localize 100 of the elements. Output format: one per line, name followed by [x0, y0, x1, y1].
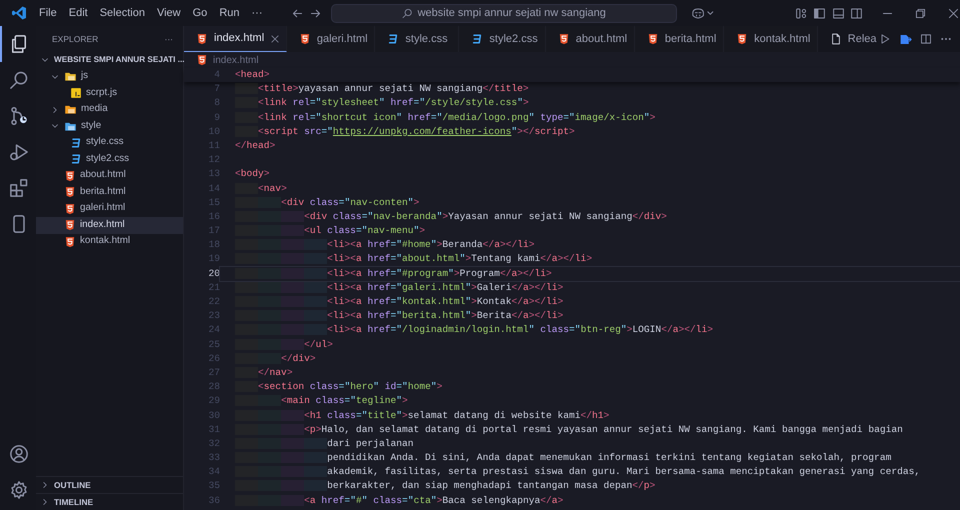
line-number: 16 — [207, 210, 220, 224]
line-number: 11 — [207, 138, 220, 153]
sidebar-toggle-icon[interactable] — [813, 6, 826, 20]
run-icon[interactable] — [879, 33, 892, 45]
back-arrow-icon[interactable] — [290, 6, 304, 20]
line-number: 32 — [207, 436, 220, 451]
editor-tab[interactable]: index.html — [184, 26, 287, 52]
menu-item[interactable]: Run — [213, 4, 246, 22]
explorer-root-folder[interactable]: WEBSITE SMPI ANNUR SEJATI ... — [36, 52, 183, 68]
line-number: 7 — [213, 82, 220, 96]
line-number: 29 — [207, 394, 220, 408]
explorer-tree-entry[interactable]: scrpt.js — [36, 85, 183, 102]
code-line: <li><a href="#program">Program</a></li> — [220, 266, 960, 281]
line-number: 12 — [207, 153, 220, 168]
line-number: 34 — [207, 465, 220, 480]
code-line: berkarakter, dan siap menghadapi tantangan masa depan</p> — [220, 479, 960, 494]
forward-arrow-icon[interactable] — [309, 6, 322, 20]
command-center[interactable]: website smpi annur sejati nw sangiang — [331, 4, 676, 22]
layout-icon[interactable] — [794, 6, 808, 20]
account-icon[interactable] — [9, 444, 29, 464]
line-number: 27 — [207, 366, 220, 380]
copilot-icon[interactable] — [690, 6, 714, 20]
line-number: 8 — [213, 96, 220, 110]
html-file-icon — [558, 33, 570, 45]
folder-tree-entry[interactable]: style — [36, 118, 183, 134]
explorer-tree-entry[interactable]: style.css — [36, 134, 183, 151]
html-file-icon — [196, 54, 208, 66]
menu-item[interactable]: Go — [186, 4, 214, 22]
breadcrumb-item[interactable]: index.html — [213, 52, 259, 68]
code-line: <li><a href="#home">Beranda</a></li> — [220, 238, 960, 252]
explorer-tree-entry[interactable]: galeri.html — [36, 200, 183, 217]
folder-icon — [64, 103, 77, 116]
code-line: <link rel="shortcut icon" href="/media/logo.png" type="image/x-icon"> — [220, 110, 960, 125]
extensions-icon[interactable] — [9, 178, 29, 198]
line-number: 36 — [207, 494, 220, 508]
css-file-icon — [387, 33, 400, 45]
explorer-tree-entry[interactable]: berita.html — [36, 184, 183, 200]
explorer-tree-entry[interactable]: style2.css — [36, 151, 183, 168]
code-line: <li><a href="galeri.html">Galeri</a></li> — [220, 280, 960, 295]
html-file-icon — [64, 236, 76, 248]
code-line: <div class="nav-beranda">Yayasan annur sejati NW sangiang</div> — [220, 210, 960, 224]
preview-icon[interactable] — [899, 32, 912, 46]
line-number: 23 — [207, 309, 220, 324]
code-line: akademik, fasilitas, serta prestasi siswa dan guru. Mari bersama-sama menciptakan generasi yang cerdas, — [220, 465, 960, 480]
line-number: 28 — [207, 380, 220, 394]
code-line: <head> — [234, 68, 271, 82]
line-number: 10 — [207, 124, 220, 139]
code-line: <nav> — [220, 182, 960, 196]
search-icon[interactable] — [9, 70, 29, 90]
line-number: 19 — [207, 252, 220, 266]
menu-item[interactable]: Edit — [62, 4, 94, 22]
code-line: dari perjalanan — [220, 436, 960, 452]
menu-item[interactable]: Selection — [94, 4, 151, 22]
line-number: 33 — [207, 451, 220, 466]
line-number: 17 — [207, 224, 220, 238]
file-icon — [830, 33, 842, 45]
run-debug-icon[interactable] — [9, 142, 29, 162]
line-number: 35 — [207, 479, 220, 494]
explorer-tree-entry[interactable]: about.html — [36, 168, 183, 184]
menu-item[interactable]: File — [33, 4, 63, 22]
code-line: </nav> — [220, 366, 960, 380]
menu-item[interactable]: ··· — [246, 4, 268, 22]
line-number: 15 — [207, 196, 220, 210]
line-number: 18 — [207, 238, 220, 252]
panel-header[interactable]: TIMELINE — [36, 493, 183, 510]
code-line: <section class="hero" id="home"> — [220, 380, 960, 394]
folder-tree-entry[interactable]: media — [36, 102, 183, 118]
line-number: 22 — [207, 295, 220, 309]
menu-item[interactable]: View — [150, 4, 187, 22]
line-number: 24 — [207, 323, 220, 338]
source-control-icon[interactable] — [9, 106, 29, 126]
close-icon[interactable] — [947, 6, 960, 20]
sidebar-title: EXPLORER — [52, 32, 98, 46]
close-icon[interactable] — [270, 34, 280, 44]
more-actions-button[interactable]: ··· — [164, 32, 173, 46]
line-number: 21 — [207, 280, 220, 295]
line-number: 13 — [207, 167, 220, 182]
restore-icon[interactable] — [914, 6, 927, 20]
code-line: </head> — [234, 138, 276, 153]
code-line: <main class="tegline"> — [220, 394, 960, 408]
code-line: <li><a href="/loginadmin/login.html" class="btn-reg">LOGIN</a></li> — [220, 323, 960, 338]
panel-header[interactable]: OUTLINE — [36, 476, 183, 493]
html-file-icon — [64, 219, 76, 232]
code-line: <ul class="nav-menu"> — [220, 224, 960, 238]
html-file-icon — [64, 170, 76, 182]
secondary-sidebar-icon[interactable] — [850, 6, 863, 20]
files-icon[interactable] — [9, 34, 29, 54]
code-line: <h1 class="title">selamat datang di website kami</h1> — [220, 408, 960, 423]
panel-toggle-icon[interactable] — [832, 6, 844, 20]
settings-icon[interactable] — [9, 480, 29, 500]
folder-icon — [64, 70, 77, 84]
search-icon — [402, 8, 413, 18]
explorer-tree-entry[interactable]: index.html — [36, 217, 183, 234]
code-line: <title>yayasan annur sejati NW sangiang</title> — [220, 82, 960, 96]
explorer-tree-entry[interactable]: kontak.html — [36, 234, 183, 250]
folder-tree-entry[interactable]: js — [36, 68, 183, 85]
editor-logo-icon — [11, 5, 27, 21]
html-file-icon — [64, 186, 76, 198]
code-line: <li><a href="kontak.html">Kontak</a></li> — [220, 295, 960, 310]
split-editor-icon[interactable] — [920, 33, 932, 45]
